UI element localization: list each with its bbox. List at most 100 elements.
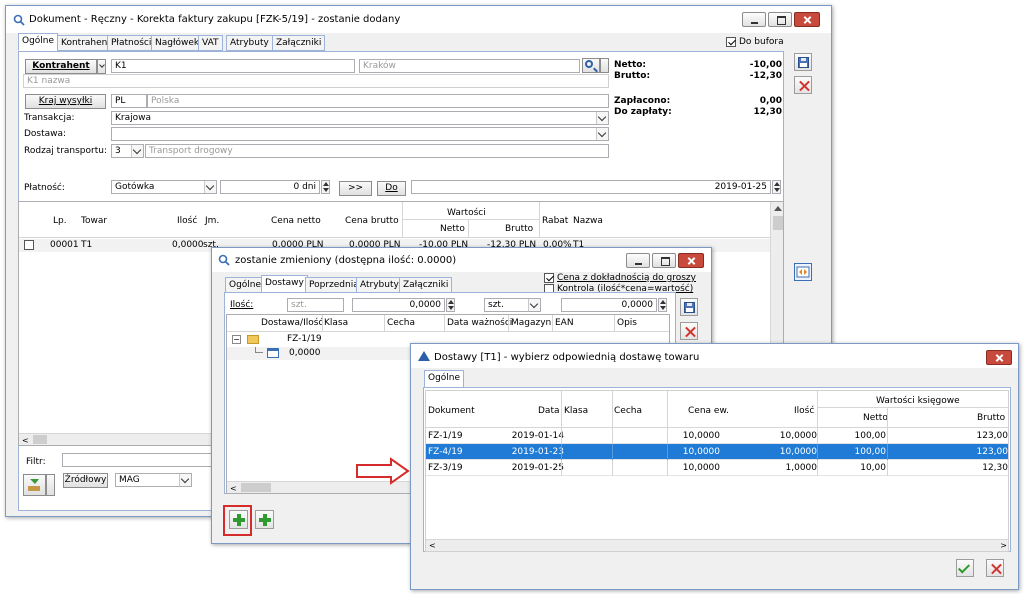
grid-header-rabat[interactable]: Rabat [542, 216, 568, 226]
ilosc-spinner-2[interactable] [658, 298, 667, 312]
tab-dostawy[interactable]: Dostawy [261, 275, 308, 293]
rodzaj-transportu-select[interactable]: 3 [111, 144, 144, 158]
header-data[interactable]: Data [538, 406, 560, 416]
kontrahent-button[interactable]: Kontrahent [25, 59, 97, 74]
save-button[interactable] [680, 298, 698, 316]
do-bufora-checkbox[interactable] [726, 37, 736, 47]
tab-poprzednia[interactable]: Poprzednia [305, 277, 363, 293]
header-ilosc[interactable]: Ilość [794, 406, 814, 416]
ilosc-input[interactable]: 0,0000 [352, 298, 445, 312]
header-ean[interactable]: EAN [555, 318, 574, 328]
kraj-wysylki-button[interactable]: Kraj wysyłki [25, 94, 106, 109]
dostawy-window-title: Dostawy [T1] - wybierz odpowiednią dosta… [434, 352, 700, 363]
netto-value: -10,00 [749, 60, 782, 70]
grid-header-cena-brutto[interactable]: Cena brutto [345, 216, 399, 226]
table-row[interactable]: FZ-3/19 2019-01-25 10,0000 1,0000 10,00 12,30 [426, 460, 1008, 476]
kontrahent-dropdown-button[interactable] [97, 59, 106, 74]
do-button[interactable]: Do [377, 181, 406, 196]
search-button[interactable] [582, 58, 600, 73]
transakcja-select[interactable]: Krajowa [111, 111, 609, 125]
table-row[interactable]: FZ-1/19 2019-01-14 10,0000 10,0000 100,00 123… [426, 428, 1008, 444]
grid-header-jm[interactable]: Jm. [205, 216, 219, 226]
scroll-left-icon[interactable]: < [230, 484, 237, 493]
header-opis[interactable]: Opis [617, 318, 637, 328]
tab-zalaczniki[interactable]: Załączniki [272, 35, 326, 51]
fit-window-button[interactable] [794, 263, 812, 281]
delete-button[interactable] [794, 76, 812, 94]
add-multiple-button[interactable] [255, 510, 274, 529]
ilosc-input-2[interactable]: 0,0000 [561, 298, 657, 312]
grid-header-ilosc[interactable]: Ilość [177, 216, 197, 226]
header-dostawa-ilosc[interactable]: Dostawa/Ilość [261, 318, 323, 328]
maximize-button[interactable] [652, 253, 676, 268]
close-button[interactable] [678, 253, 704, 268]
zrodlowy-button[interactable]: Źródłowy [63, 473, 108, 488]
dni-field[interactable]: 0 dni [220, 180, 320, 194]
scroll-thumb[interactable] [241, 483, 271, 492]
main-grid-hscrollbar[interactable]: < [19, 433, 219, 445]
date-field[interactable]: 2019-01-25 [411, 180, 771, 194]
header-klasa[interactable]: Klasa [564, 406, 588, 416]
header-klasa[interactable]: Klasa [324, 318, 348, 328]
ilosc-spinner[interactable] [446, 298, 455, 312]
tab-zalaczniki[interactable]: Załączniki [399, 277, 453, 293]
tab-atrybuty[interactable]: Atrybuty [356, 277, 403, 293]
scroll-up-icon[interactable] [771, 202, 783, 216]
row-checkbox[interactable] [24, 240, 34, 250]
grid-header-brutto[interactable]: Brutto [505, 224, 533, 234]
confirm-button[interactable] [956, 559, 974, 577]
header-dokument[interactable]: Dokument [428, 406, 475, 416]
scroll-right-icon[interactable]: > [1000, 541, 1007, 550]
header-cecha[interactable]: Cecha [387, 318, 415, 328]
grid-header-cena-netto[interactable]: Cena netto [271, 216, 321, 226]
platnosc-select[interactable]: Gotówka [111, 180, 217, 194]
add-button[interactable] [229, 510, 248, 529]
dostawy-hscrollbar[interactable]: < > [426, 539, 1008, 551]
kontrahent-input[interactable]: K1 [111, 59, 355, 73]
tab-platnosci[interactable]: Płatności [107, 35, 156, 51]
filter-tool-button[interactable] [23, 474, 46, 496]
scroll-left-icon[interactable]: < [429, 541, 436, 550]
minimize-button[interactable] [626, 253, 650, 268]
grid-header-nazwa[interactable]: Nazwa [573, 216, 603, 226]
tab-vat[interactable]: VAT [198, 35, 223, 51]
tab-ogolne[interactable]: Ogólne [424, 370, 465, 388]
tree-collapse-toggle[interactable]: − [232, 335, 241, 344]
header-cena-ew[interactable]: Cena ew. [688, 406, 729, 416]
header-brutto[interactable]: Brutto [977, 413, 1005, 423]
header-netto[interactable]: Netto [863, 413, 888, 423]
mag-select[interactable]: MAG [115, 473, 192, 487]
header-magazyn[interactable]: Magazyn [511, 318, 551, 328]
header-cecha[interactable]: Cecha [614, 406, 642, 416]
tab-ogolne[interactable]: Ogólne [225, 277, 266, 293]
cancel-button[interactable] [986, 559, 1004, 577]
minimize-button[interactable] [742, 12, 766, 27]
grid-header-lp[interactable]: Lp. [53, 216, 67, 226]
kraj-code-field[interactable]: PL [111, 94, 147, 108]
close-button[interactable] [794, 12, 820, 27]
ilosc-unit-select[interactable]: szt. [484, 298, 541, 312]
close-button[interactable] [986, 350, 1012, 365]
maximize-button[interactable] [768, 12, 792, 27]
scroll-thumb[interactable] [33, 435, 47, 444]
filtr-input[interactable] [62, 453, 212, 467]
tab-atrybuty[interactable]: Atrybuty [226, 35, 273, 51]
header-data-waznosci[interactable]: Data ważności [447, 318, 512, 328]
cena-checkbox[interactable] [544, 273, 554, 283]
search-dropdown-button[interactable] [600, 58, 609, 73]
scroll-thumb[interactable] [773, 216, 783, 230]
save-button[interactable] [794, 53, 812, 71]
skip-button[interactable]: >> [339, 181, 372, 196]
grid-header-towar[interactable]: Towar [81, 216, 107, 226]
dostawa-select[interactable] [111, 127, 609, 141]
grid-header-wartosci: Wartości [447, 208, 486, 218]
delete-button[interactable] [680, 322, 698, 340]
grid-header-netto[interactable]: Netto [440, 224, 465, 234]
date-spinner[interactable] [772, 180, 781, 194]
scroll-left-icon[interactable]: < [22, 436, 29, 445]
tab-ogolne[interactable]: Ogólne [18, 33, 59, 51]
table-row[interactable]: FZ-4/19 2019-01-23 10,0000 10,0000 100,00 123… [426, 444, 1008, 460]
tab-naglowek[interactable]: Nagłówek [151, 35, 204, 51]
dni-spinner[interactable] [321, 180, 330, 194]
filter-tool-dropdown[interactable] [46, 474, 55, 496]
